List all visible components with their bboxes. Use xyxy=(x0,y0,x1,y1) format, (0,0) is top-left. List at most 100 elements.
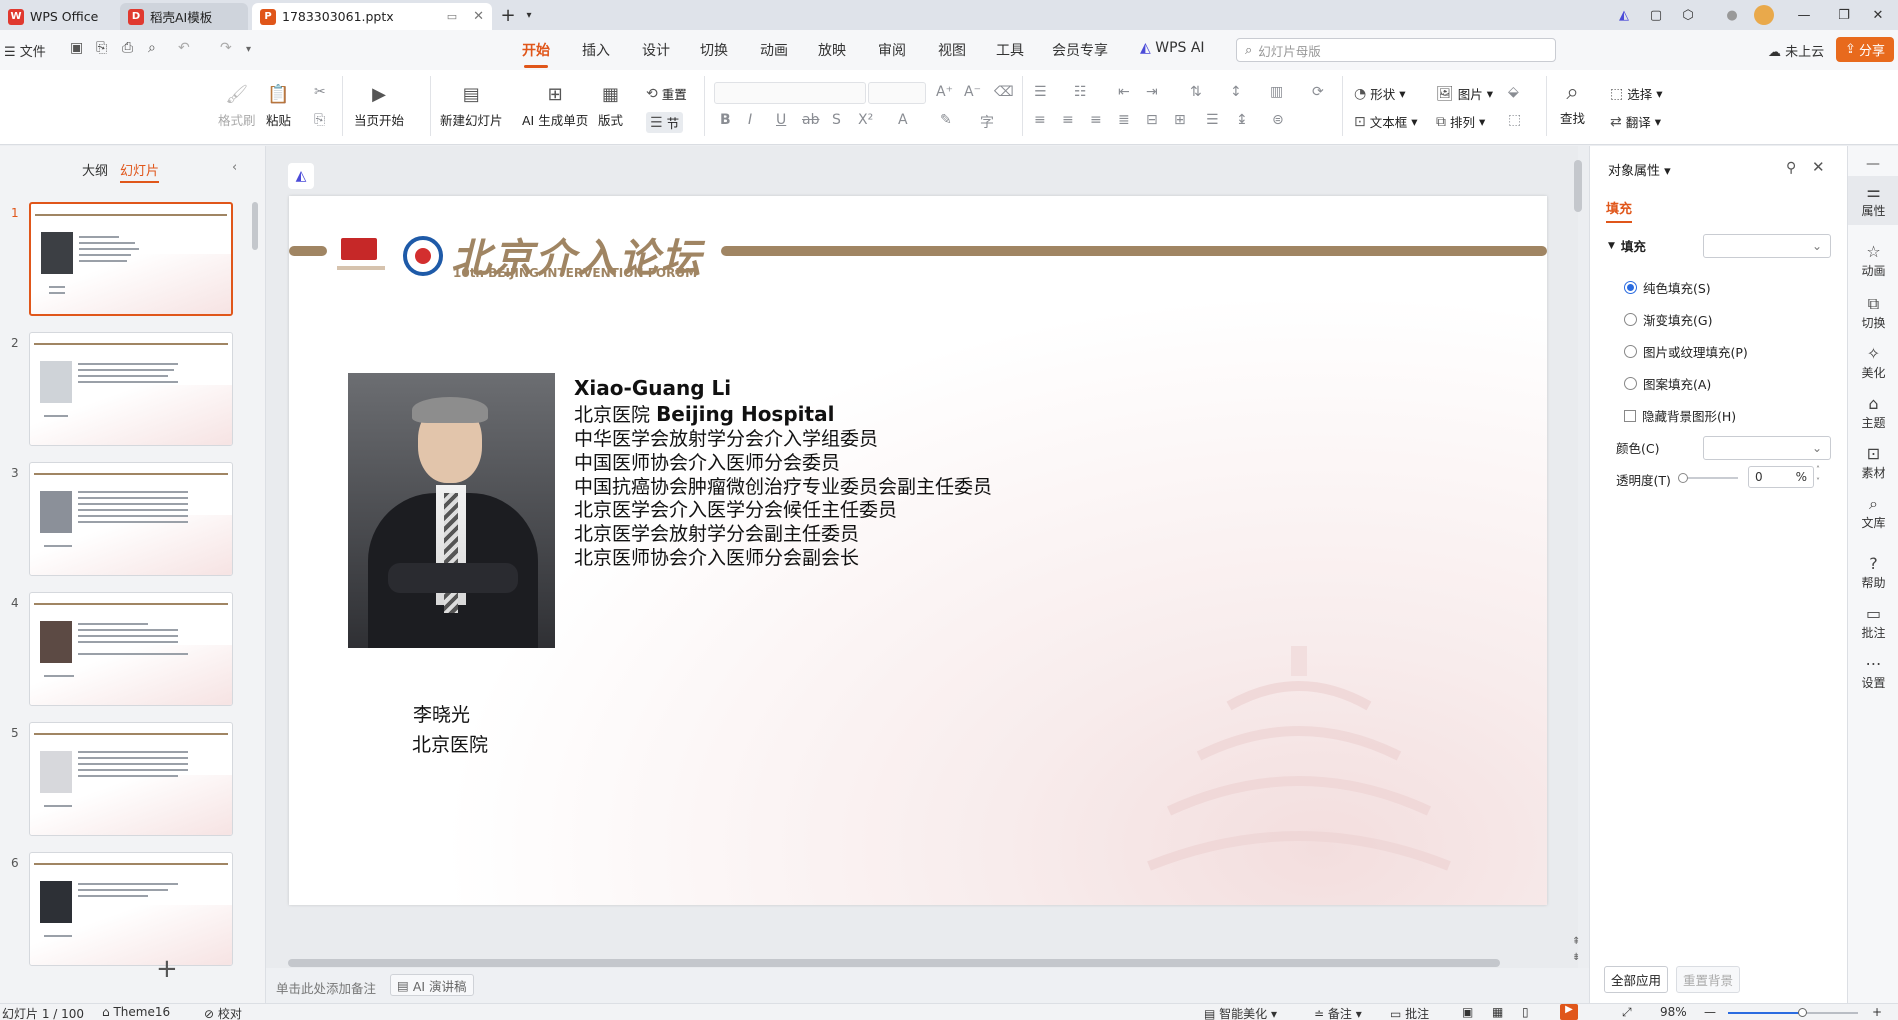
tab-home[interactable]: 开始 xyxy=(522,40,550,68)
ai-generate-page-button[interactable]: ⊞ AI 生成单页 xyxy=(522,82,588,129)
slideshow-play-icon[interactable]: ▶ xyxy=(1560,1004,1578,1020)
speaker-photo[interactable] xyxy=(348,373,555,648)
tab-slides[interactable]: 幻灯片 xyxy=(120,160,160,183)
minimize-icon[interactable]: — xyxy=(1784,0,1824,30)
convert-icon[interactable]: ⟳ xyxy=(1312,84,1324,100)
new-tab-icon[interactable]: + xyxy=(496,0,520,30)
increase-indent-icon[interactable]: ⇥ xyxy=(1146,84,1158,100)
scroll-up-icon[interactable]: ⇞ xyxy=(1572,936,1580,947)
line-spacing-icon[interactable]: ↕ xyxy=(1230,84,1242,100)
tab-tools[interactable]: 工具 xyxy=(996,40,1024,60)
distribute-icon[interactable]: ⊟ xyxy=(1146,112,1158,128)
theme-indicator[interactable]: ⌂ Theme16 xyxy=(102,1005,170,1019)
tab-slideshow[interactable]: 放映 xyxy=(818,40,846,60)
highlight-icon[interactable]: ✎ xyxy=(940,112,952,128)
align-center-icon[interactable]: ≡ xyxy=(1062,112,1074,128)
bold-icon[interactable]: B xyxy=(720,112,731,128)
play-from-current-button[interactable]: ▶ 当页开始 xyxy=(354,82,404,129)
tab-wps-ai[interactable]: ◭ WPS AI xyxy=(1140,40,1205,56)
sidebar-item-beautify[interactable]: ✧ 美化 xyxy=(1848,344,1898,381)
line-spacing-2-icon[interactable]: ↨ xyxy=(1236,112,1248,128)
decrease-indent-icon[interactable]: ⇤ xyxy=(1118,84,1130,100)
superscript-icon[interactable]: X² xyxy=(858,112,873,128)
cloud-status[interactable]: ☁ 未上云 xyxy=(1768,41,1824,60)
font-family-dropdown[interactable] xyxy=(714,82,866,104)
select-button[interactable]: ⬚ 选择 ▾ xyxy=(1610,84,1663,103)
slide-thumbnail-6[interactable] xyxy=(29,852,233,966)
tab-insert[interactable]: 插入 xyxy=(582,40,610,60)
text-direction-icon[interactable]: ⇅ xyxy=(1190,84,1202,100)
slide-thumbnail-5[interactable] xyxy=(29,722,233,836)
pin-icon[interactable]: ⚲ xyxy=(1786,160,1796,176)
slide-thumbnail-4[interactable] xyxy=(29,592,233,706)
transparency-input[interactable]: 0% xyxy=(1748,466,1814,488)
redo-icon[interactable]: ↷ xyxy=(220,40,232,56)
fill-type-dropdown[interactable]: ⌄ xyxy=(1703,234,1831,258)
add-slide-icon[interactable]: + xyxy=(156,954,178,984)
slider-handle[interactable] xyxy=(1678,473,1688,483)
quick-access-chevron-icon[interactable]: ▾ xyxy=(246,44,251,55)
cube-icon[interactable]: ⬡ xyxy=(1668,0,1708,30)
arrange-button[interactable]: ⧉ 排列 ▾ xyxy=(1436,112,1485,131)
tab-fill[interactable]: 填充 xyxy=(1606,198,1633,223)
new-slide-button[interactable]: ▤ 新建幻灯片 xyxy=(440,82,503,129)
justify-icon[interactable]: ≣ xyxy=(1118,112,1130,128)
translate-button[interactable]: ⇄ 翻译 ▾ xyxy=(1610,112,1661,131)
zoom-level[interactable]: 98% xyxy=(1660,1005,1687,1019)
tab-pptx-file[interactable]: P 1783303061.pptx ▭ ✕ xyxy=(252,3,492,30)
pattern-fill-radio[interactable]: 图案填充(A) xyxy=(1624,374,1711,393)
shadow-icon[interactable]: S xyxy=(832,112,841,128)
gradient-fill-radio[interactable]: 渐变填充(G) xyxy=(1624,310,1712,329)
text-box-align-icon[interactable]: ⊜ xyxy=(1272,112,1284,128)
tab-view[interactable]: 视图 xyxy=(938,40,966,60)
slide-thumbnail-1[interactable] xyxy=(29,202,233,316)
notes-placeholder[interactable]: 单击此处添加备注 xyxy=(276,978,376,997)
copy-icon[interactable]: ⎘ xyxy=(314,112,325,128)
reading-view-icon[interactable]: ▯ xyxy=(1522,1005,1529,1019)
sidebar-item-properties[interactable]: ⚌ 属性 xyxy=(1848,176,1898,225)
save-icon[interactable]: ▣ xyxy=(70,40,83,56)
sidebar-item-library[interactable]: ⌕ 文库 xyxy=(1848,494,1898,531)
underline-icon[interactable]: U xyxy=(776,112,786,128)
zoom-in-icon[interactable]: + xyxy=(1872,1005,1882,1019)
font-size-dropdown[interactable] xyxy=(868,82,926,104)
export-icon[interactable]: ⎘ xyxy=(96,40,107,56)
apply-all-button[interactable]: 全部应用 xyxy=(1604,966,1669,993)
transparency-slider[interactable] xyxy=(1678,473,1738,483)
undo-icon[interactable]: ↶ xyxy=(178,40,190,56)
outline-icon[interactable]: ⬚ xyxy=(1508,112,1521,128)
decrease-font-icon[interactable]: A⁻ xyxy=(964,84,981,100)
thumbnail-scrollbar[interactable] xyxy=(252,202,258,250)
reset-bg-button[interactable]: 重置背景 xyxy=(1676,966,1741,993)
file-menu[interactable]: ☰ 文件 xyxy=(4,41,46,60)
paragraph-spacing-icon[interactable]: ☰ xyxy=(1206,112,1219,128)
strikethrough-icon[interactable]: ab xyxy=(802,112,819,128)
print-icon[interactable]: ⎙ xyxy=(122,40,133,56)
increase-font-icon[interactable]: A⁺ xyxy=(936,84,953,100)
close-tab-icon[interactable]: ✕ xyxy=(473,9,484,24)
clear-format-icon[interactable]: ⌫ xyxy=(994,84,1014,100)
color-dropdown[interactable]: ⌄ xyxy=(1703,436,1831,460)
picture-button[interactable]: 🖼 图片 ▾ xyxy=(1436,84,1493,103)
textbox-button[interactable]: ⊡ 文本框 ▾ xyxy=(1354,112,1418,131)
cut-icon[interactable]: ✂ xyxy=(314,84,326,100)
columns-icon[interactable]: ▥ xyxy=(1270,84,1283,100)
tab-animation[interactable]: 动画 xyxy=(760,40,788,60)
monitor-icon[interactable]: ▭ xyxy=(447,10,457,23)
solid-fill-radio[interactable]: 纯色填充(S) xyxy=(1624,278,1711,297)
slide-canvas[interactable]: 北京介入论坛 10th BEIJING INTERVENTION FORUM X… xyxy=(289,196,1547,905)
sidebar-item-transition[interactable]: ⧉ 切换 xyxy=(1848,294,1898,331)
picture-fill-radio[interactable]: 图片或纹理填充(P) xyxy=(1624,342,1748,361)
numbering-icon[interactable]: ☷ xyxy=(1074,84,1087,100)
format-painter-button[interactable]: 🖌 格式刷 xyxy=(218,82,256,129)
tab-outline[interactable]: 大纲 xyxy=(82,160,108,179)
sidebar-item-settings[interactable]: ⋯ 设置 xyxy=(1848,654,1898,691)
comments-toggle-button[interactable]: ▭ 批注 xyxy=(1390,1005,1429,1020)
section-button[interactable]: ☰ 节 xyxy=(646,112,684,133)
avatar[interactable] xyxy=(1744,0,1784,30)
sidebar-item-animation[interactable]: ☆ 动画 xyxy=(1848,242,1898,279)
slide-thumbnail-3[interactable] xyxy=(29,462,233,576)
zoom-handle[interactable] xyxy=(1798,1008,1807,1017)
align-left-icon[interactable]: ≡ xyxy=(1034,112,1046,128)
zoom-out-icon[interactable]: — xyxy=(1704,1005,1716,1019)
